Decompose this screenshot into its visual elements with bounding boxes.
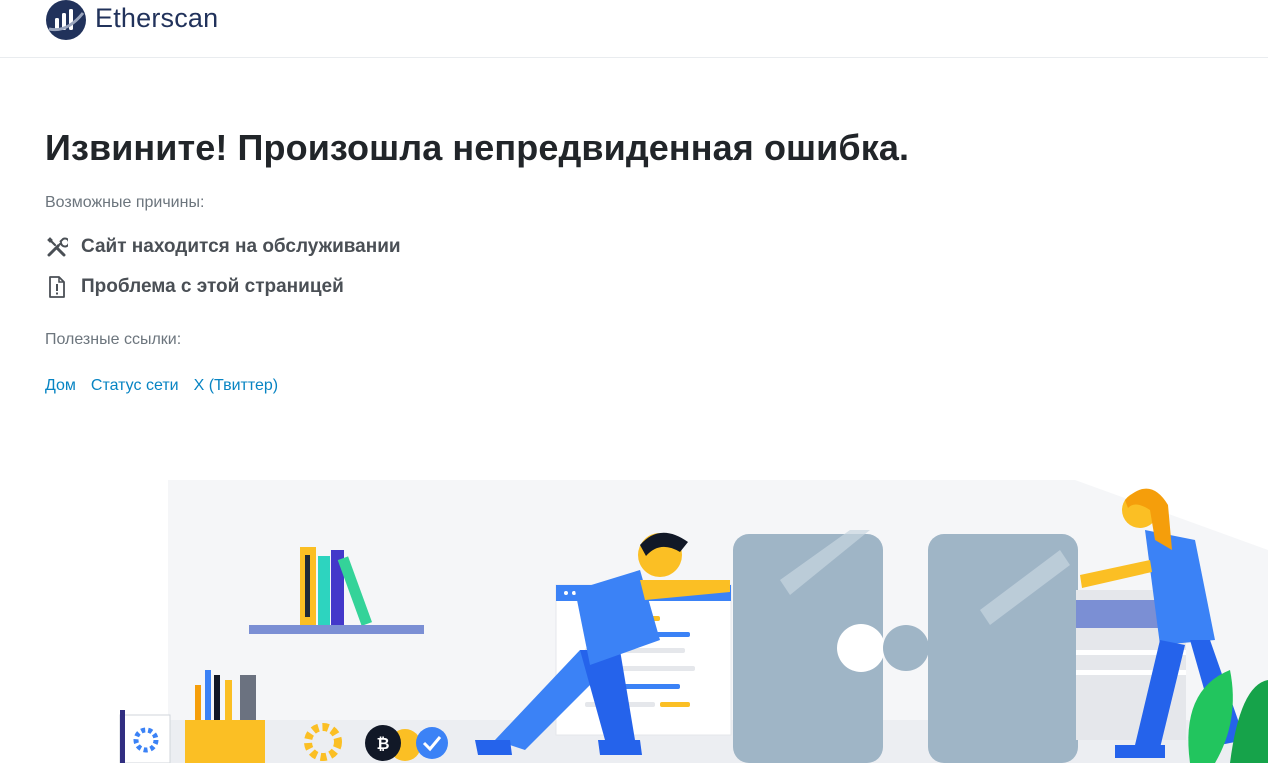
useful-links: Дом Статус сети X (Твиттер) xyxy=(45,377,278,395)
reason-label: Проблема с этой страницей xyxy=(81,276,344,297)
reason-item-maintenance: Сайт находится на обслуживании xyxy=(45,235,401,259)
link-network-status[interactable]: Статус сети xyxy=(91,377,179,395)
site-header: Etherscan xyxy=(0,0,1268,58)
file-exclamation-icon xyxy=(45,275,69,299)
reason-label: Сайт находится на обслуживании xyxy=(81,236,401,257)
etherscan-logo-icon xyxy=(46,0,86,40)
error-illustration: ₿ xyxy=(119,480,1268,763)
page-title: Извините! Произошла непредвиденная ошибк… xyxy=(45,127,910,168)
brand-name: Etherscan xyxy=(95,2,219,33)
reason-item-page-problem: Проблема с этой страницей xyxy=(45,275,344,299)
reasons-heading: Возможные причины: xyxy=(45,194,205,211)
svg-text:₿: ₿ xyxy=(376,735,389,753)
links-heading: Полезные ссылки: xyxy=(45,331,182,348)
brand-logo-link[interactable]: Etherscan xyxy=(45,0,218,44)
link-x-twitter[interactable]: X (Твиттер) xyxy=(194,377,279,395)
tools-icon xyxy=(45,235,69,259)
link-home[interactable]: Дом xyxy=(45,377,76,395)
